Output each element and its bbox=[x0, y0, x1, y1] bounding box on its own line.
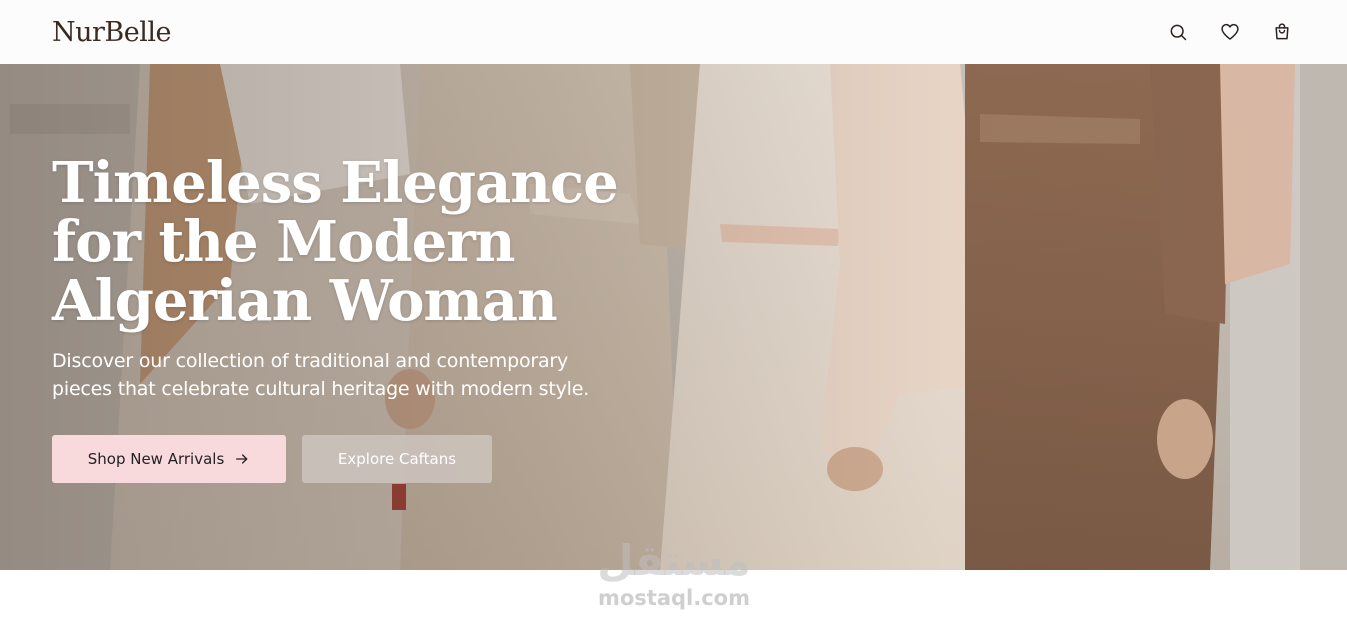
hero-subtitle-line: pieces that celebrate cultural heritage … bbox=[52, 378, 590, 400]
brand-logo[interactable]: NurBelle bbox=[52, 17, 172, 48]
hero-title-line: Timeless Elegance bbox=[52, 150, 619, 216]
explore-caftans-button[interactable]: Explore Caftans bbox=[302, 435, 492, 483]
shop-new-arrivals-button[interactable]: Shop New Arrivals bbox=[52, 435, 286, 483]
search-icon[interactable] bbox=[1167, 21, 1189, 43]
site-header: NurBelle bbox=[0, 0, 1347, 64]
watermark-text: mostaql.com bbox=[598, 586, 750, 610]
header-actions bbox=[1167, 21, 1293, 43]
hero-subtitle: Discover our collection of traditional a… bbox=[52, 347, 642, 403]
watermark-arabic: مستقل bbox=[597, 536, 751, 585]
shopping-bag-icon[interactable] bbox=[1271, 21, 1293, 43]
hero-subtitle-line: Discover our collection of traditional a… bbox=[52, 350, 569, 372]
arrow-right-icon bbox=[236, 454, 248, 464]
hero-text: Timeless Elegance for the Modern Algeria… bbox=[52, 154, 692, 403]
hero-title: Timeless Elegance for the Modern Algeria… bbox=[52, 154, 692, 331]
heart-icon[interactable] bbox=[1219, 21, 1241, 43]
watermark: مستقل mostaql.com bbox=[592, 536, 756, 611]
hero-title-line: for the Modern bbox=[52, 209, 515, 275]
shop-new-arrivals-label: Shop New Arrivals bbox=[87, 450, 225, 468]
hero-banner: Timeless Elegance for the Modern Algeria… bbox=[0, 64, 1347, 570]
hero-title-line: Algerian Woman bbox=[52, 268, 558, 334]
explore-caftans-label: Explore Caftans bbox=[337, 450, 457, 468]
hero-cta-group: Shop New Arrivals Explore Caftans bbox=[52, 435, 492, 483]
